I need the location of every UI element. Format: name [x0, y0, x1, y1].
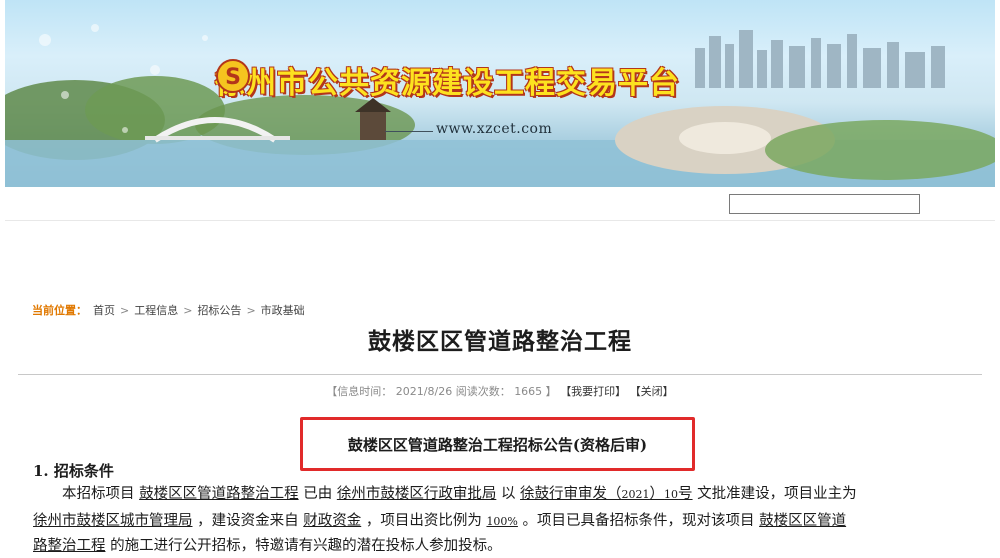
- project-name: 鼓楼区区管道: [759, 513, 847, 529]
- breadcrumb-item-municipal[interactable]: 市政基础: [261, 302, 305, 318]
- breadcrumb-separator: >: [120, 303, 130, 317]
- body-text: 本招标项目: [62, 486, 135, 502]
- body-text: ，项目出资比例为: [365, 513, 482, 529]
- site-brand: S 徐州市公共资源建设工程交易平台: [215, 58, 680, 102]
- body-line-3: 路整治工程 的施工进行公开招标，特邀请有兴趣的潜在投标人参加投标。: [33, 535, 973, 557]
- site-banner: S 徐州市公共资源建设工程交易平台 www.xzcet.com: [5, 0, 995, 187]
- notice-title: 鼓楼区区管道路整治工程招标公告(资格后审): [347, 436, 648, 454]
- project-name: 路整治工程: [33, 538, 106, 554]
- breadcrumb-separator: >: [246, 303, 256, 317]
- body-line-1: 本招标项目 鼓楼区区管道路整治工程 已由 徐州市鼓楼区行政审批局 以 徐鼓行审审…: [33, 483, 973, 506]
- site-url: www.xzcet.com: [436, 121, 553, 137]
- body-line-2: 徐州市鼓楼区城市管理局 ，建设资金来自 财政资金 ，项目出资比例为 100% 。…: [33, 510, 973, 533]
- header-divider: [5, 220, 995, 221]
- body-text: 已由: [303, 486, 333, 502]
- close-link[interactable]: 【关闭】: [630, 385, 674, 398]
- page-title: 鼓楼区区管道路整治工程: [368, 329, 632, 355]
- breadcrumb-item-tender-notice[interactable]: 招标公告: [197, 302, 241, 318]
- owner-name: 徐州市鼓楼区城市管理局: [33, 513, 193, 529]
- url-divider: [385, 131, 433, 132]
- print-link[interactable]: 【我要打印】: [560, 385, 626, 398]
- title-divider: [18, 374, 982, 375]
- body-text: 的施工进行公开招标，特邀请有兴趣的潜在投标人参加投标。: [110, 538, 502, 554]
- breadcrumb-separator: >: [183, 303, 193, 317]
- breadcrumb-prefix: 当前位置：: [32, 304, 87, 317]
- breadcrumb-item-home[interactable]: 首页: [93, 302, 115, 318]
- s-coin-logo-icon: S: [216, 59, 250, 93]
- search-input[interactable]: [729, 194, 920, 214]
- breadcrumb-item-project-info[interactable]: 工程信息: [134, 302, 178, 318]
- fund-source: 财政资金: [303, 513, 362, 529]
- funding-ratio: 100%: [486, 515, 518, 528]
- breadcrumb: 当前位置： 首页 > 工程信息 > 招标公告 > 市政基础: [32, 302, 305, 318]
- svg-text:S: S: [225, 65, 241, 90]
- site-title: 徐州市公共资源建设工程交易平台: [215, 66, 680, 101]
- publish-info: 【信息时间： 2021/8/26 阅读次数： 1665 】: [326, 385, 557, 398]
- approver-name: 徐州市鼓楼区行政审批局: [336, 486, 497, 502]
- article-meta: 【信息时间： 2021/8/26 阅读次数： 1665 】 【我要打印】 【关闭…: [0, 383, 1000, 399]
- body-text: ，建设资金来自: [197, 513, 299, 529]
- section-heading: 1. 招标条件: [33, 462, 114, 480]
- body-text: 文批准建设，项目业主为: [697, 486, 857, 502]
- body-text: 。项目已具备招标条件，现对该项目: [522, 513, 755, 529]
- body-text: 以: [500, 486, 516, 502]
- approval-doc-number: 徐鼓行审审发（2021）10号: [520, 486, 693, 502]
- project-name: 鼓楼区区管道路整治工程: [139, 486, 299, 502]
